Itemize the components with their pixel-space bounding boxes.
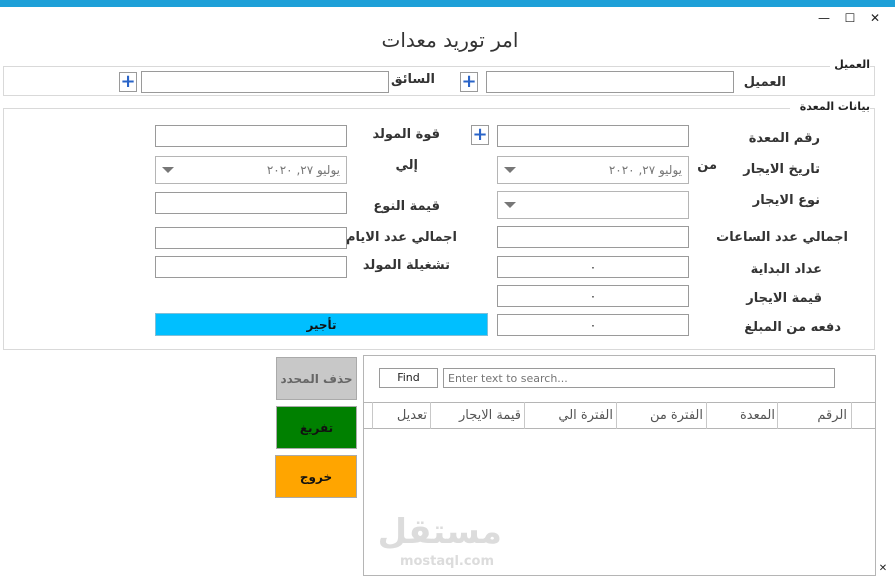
equipment-no-field[interactable] bbox=[497, 125, 689, 147]
minimize-button[interactable]: — bbox=[816, 10, 832, 26]
delete-selected-button[interactable]: حذف المحدد bbox=[276, 357, 357, 400]
window-accent-bar bbox=[0, 0, 895, 7]
chevron-down-icon bbox=[504, 167, 516, 173]
find-button[interactable]: Find bbox=[379, 368, 438, 388]
resize-grip-icon[interactable]: ✕ bbox=[876, 562, 890, 576]
rent-date-label: تاريخ الايجار bbox=[743, 162, 820, 177]
from-label: من bbox=[697, 158, 717, 173]
start-meter-field[interactable]: ٠ bbox=[497, 256, 689, 278]
from-date-picker[interactable]: يوليو ٢٧, ٢٠٢٠ bbox=[497, 156, 689, 184]
start-meter-label: عداد البداية bbox=[750, 262, 822, 277]
grid-search-input[interactable] bbox=[443, 368, 835, 388]
equipment-no-label: رقم المعدة bbox=[748, 131, 820, 146]
customer-group-caption: العميل bbox=[830, 58, 870, 71]
generator-power-field[interactable] bbox=[155, 125, 347, 147]
column-header-edit[interactable]: تعديل bbox=[374, 408, 427, 423]
to-date-picker[interactable]: يوليو ٢٧, ٢٠٢٠ bbox=[155, 156, 347, 184]
close-button[interactable]: ✕ bbox=[867, 10, 883, 26]
column-header-id[interactable]: الرقم bbox=[777, 408, 847, 423]
type-value-field[interactable] bbox=[155, 192, 347, 214]
plus-icon: + bbox=[472, 124, 488, 145]
total-days-field[interactable] bbox=[155, 227, 347, 249]
clear-button[interactable]: تفريغ bbox=[276, 406, 357, 449]
grid-divider bbox=[524, 402, 525, 429]
rent-type-label: نوع الايجار bbox=[752, 193, 820, 208]
column-header-rent-value[interactable]: قيمة الايجار bbox=[430, 408, 521, 423]
rent-value-field[interactable]: ٠ bbox=[497, 285, 689, 307]
grid-divider bbox=[616, 402, 617, 429]
plus-icon: + bbox=[120, 71, 136, 92]
chevron-down-icon bbox=[162, 167, 174, 173]
grid-divider bbox=[430, 402, 431, 429]
add-equipment-button[interactable]: + bbox=[471, 125, 489, 145]
add-customer-button[interactable]: + bbox=[460, 72, 478, 92]
grid-divider bbox=[372, 402, 373, 429]
grid-divider bbox=[706, 402, 707, 429]
generator-run-label: تشغيلة المولد bbox=[362, 258, 450, 273]
exit-button[interactable]: خروج bbox=[275, 455, 357, 498]
grid-divider bbox=[777, 402, 778, 429]
plus-icon: + bbox=[461, 71, 477, 92]
total-hours-label: اجمالي عدد الساعات bbox=[716, 230, 848, 245]
from-date-value: يوليو ٢٧, ٢٠٢٠ bbox=[608, 163, 682, 177]
rent-value-label: قيمة الايجار bbox=[746, 291, 822, 306]
generator-run-field[interactable] bbox=[155, 256, 347, 278]
equipment-group-caption: بيانات المعدة bbox=[790, 100, 870, 113]
driver-field[interactable] bbox=[141, 71, 389, 93]
customer-field[interactable] bbox=[486, 71, 734, 93]
payment-field[interactable]: ٠ bbox=[497, 314, 689, 336]
type-value-label: قيمة النوع bbox=[373, 199, 440, 214]
customer-label: العميل bbox=[743, 75, 786, 90]
maximize-button[interactable]: ☐ bbox=[842, 10, 858, 26]
to-label: إلي bbox=[395, 158, 419, 173]
driver-label: السائق bbox=[390, 72, 435, 87]
to-date-value: يوليو ٢٧, ٢٠٢٠ bbox=[266, 163, 340, 177]
rent-type-select[interactable] bbox=[497, 191, 689, 219]
column-header-period-from[interactable]: الفترة من bbox=[616, 408, 703, 423]
column-header-equipment[interactable]: المعدة bbox=[706, 408, 775, 423]
generator-power-label: قوة المولد bbox=[372, 127, 440, 142]
add-driver-button[interactable]: + bbox=[119, 72, 137, 92]
window-title: امر توريد معدات bbox=[381, 28, 519, 52]
total-hours-field[interactable] bbox=[497, 226, 689, 248]
watermark-url: mostaql.com bbox=[399, 554, 495, 569]
grid-divider bbox=[851, 402, 852, 429]
column-header-period-to[interactable]: الفترة الي bbox=[524, 408, 613, 423]
rent-button[interactable]: تأجير bbox=[155, 313, 488, 336]
chevron-down-icon bbox=[504, 202, 516, 208]
watermark-logo: مستقل bbox=[377, 512, 502, 552]
payment-label: دفعه من المبلغ bbox=[744, 320, 841, 335]
